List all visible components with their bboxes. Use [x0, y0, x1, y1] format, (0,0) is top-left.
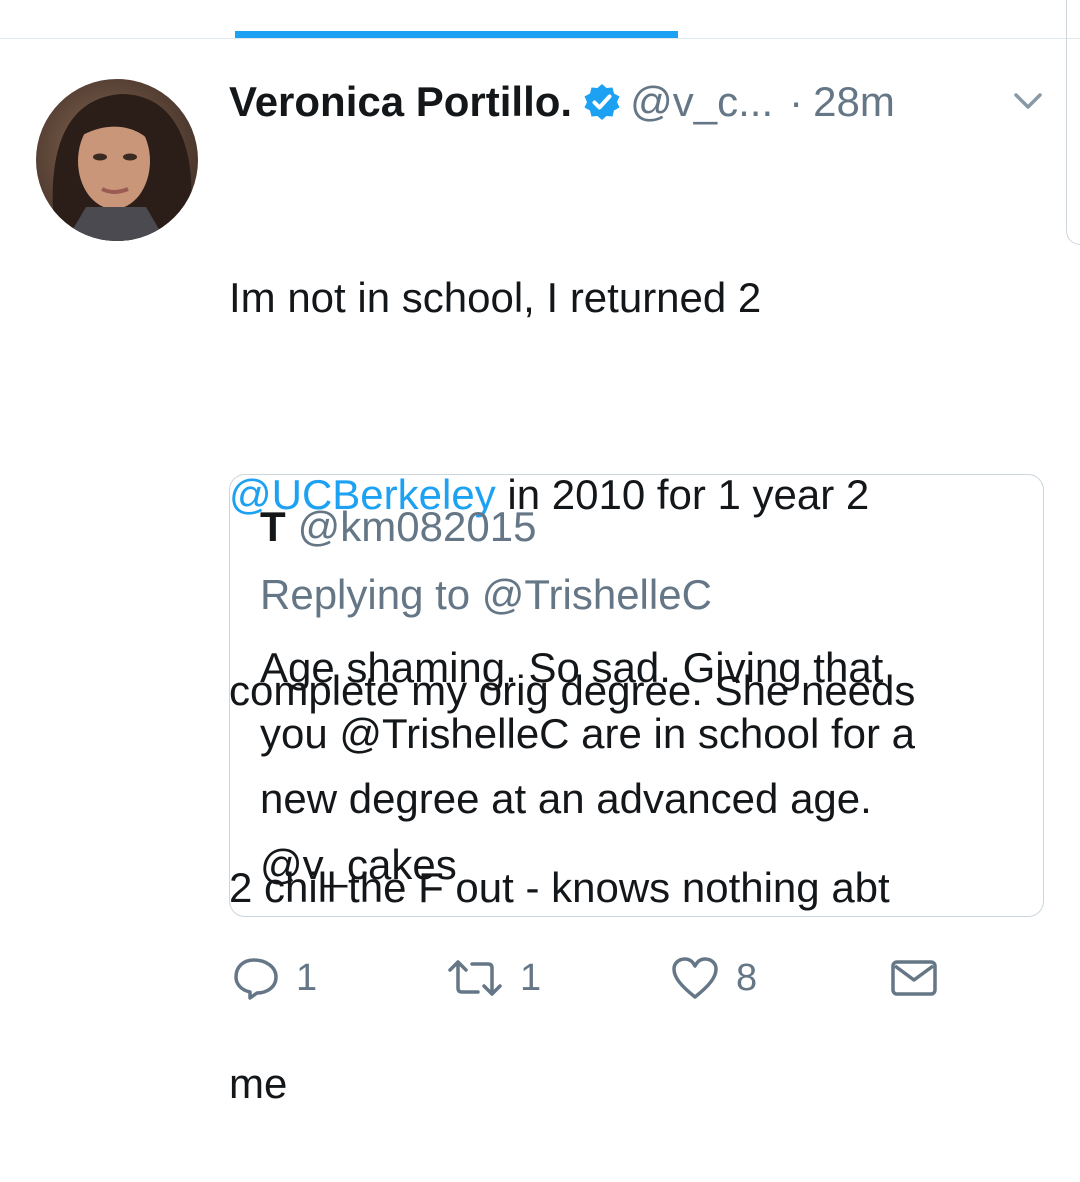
verified-badge-icon — [584, 84, 620, 120]
retweet-button[interactable]: 1 — [446, 950, 541, 1006]
top-divider — [0, 38, 1080, 39]
reply-button[interactable]: 1 — [232, 950, 317, 1006]
heart-icon — [672, 957, 718, 999]
retweet-count: 1 — [520, 956, 542, 999]
avatar[interactable] — [36, 79, 198, 241]
retweet-icon — [448, 960, 502, 996]
separator-dot: · — [789, 78, 804, 125]
quoted-tweet-card[interactable]: T @km082015 Replying to @TrishelleC Age s… — [229, 474, 1044, 917]
tweet-line: me — [229, 1060, 288, 1107]
envelope-icon — [891, 960, 937, 996]
reply-icon — [234, 958, 278, 1000]
like-count: 8 — [736, 956, 758, 999]
tweet-header: Veronica Portillo. @v_c... · 28m — [229, 72, 895, 132]
quoted-tweet-text: Age shaming. So sad. Giving that you @Tr… — [260, 644, 916, 888]
timestamp[interactable]: 28m — [813, 78, 895, 126]
tweet-line: Im not in school, I returned 2 — [229, 274, 762, 321]
reply-count: 1 — [296, 956, 318, 999]
tweet-actions: 1 1 8 — [0, 950, 1080, 1006]
chevron-down-icon[interactable] — [1012, 89, 1044, 113]
scroll-edge — [1066, 0, 1080, 245]
quoted-author: T @km082015 — [260, 503, 536, 551]
replying-to-label: Replying to @TrishelleC — [260, 571, 712, 618]
quoted-author-name: T — [260, 503, 286, 550]
like-button[interactable]: 8 — [670, 950, 757, 1006]
author-name[interactable]: Veronica Portillo. — [229, 78, 572, 126]
author-handle[interactable]: @v_c... — [630, 78, 773, 126]
direct-message-button[interactable] — [889, 950, 939, 1006]
quoted-author-handle: @km082015 — [297, 503, 537, 550]
